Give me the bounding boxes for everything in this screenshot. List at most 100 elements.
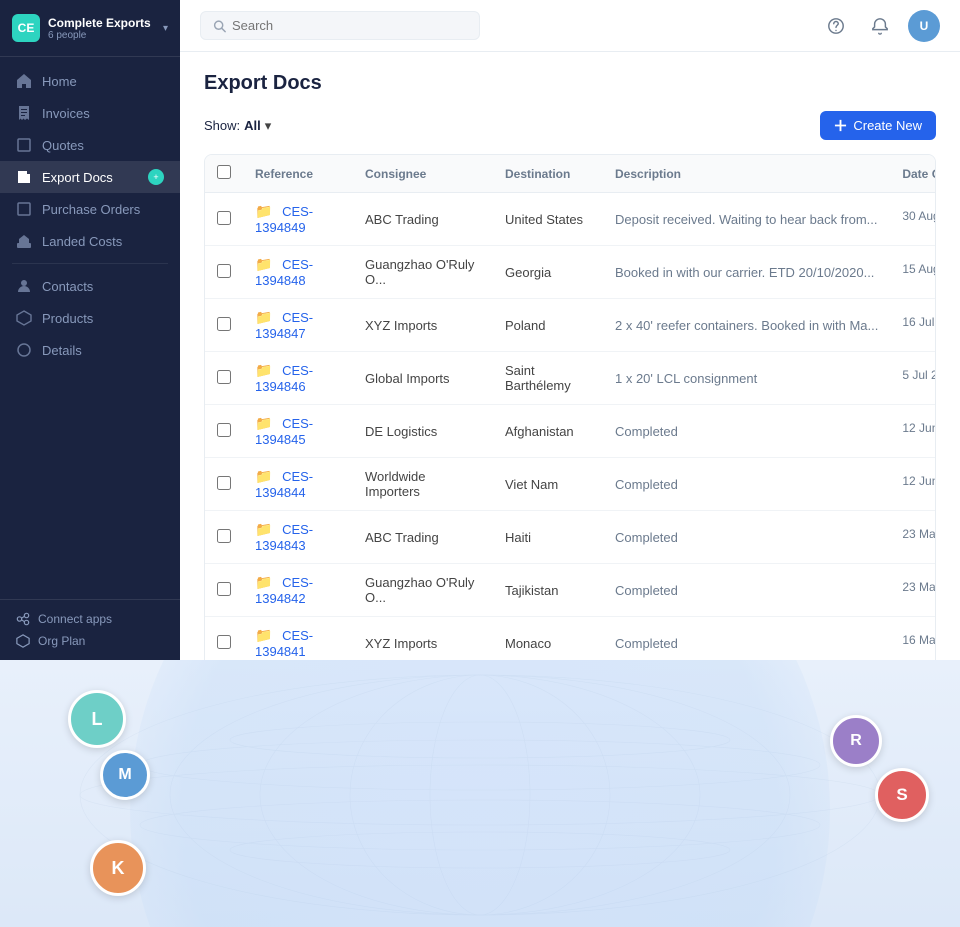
row-checkbox[interactable] (217, 635, 231, 649)
globe-area: L M K R S (0, 660, 960, 927)
main-content: U Export Docs Show: All ▾ Create New (180, 0, 960, 660)
consignee-cell: ABC Trading (353, 193, 493, 246)
sidebar-item-quotes[interactable]: Quotes (0, 129, 180, 161)
globe-avatar-5: S (875, 768, 929, 822)
date-cell: 15 Aug 2020 G (890, 246, 936, 292)
row-checkbox-cell[interactable] (205, 458, 243, 511)
row-checkbox[interactable] (217, 582, 231, 596)
show-filter[interactable]: Show: All ▾ (204, 118, 271, 134)
page-title: Export Docs (204, 72, 936, 95)
date-cell: 12 Jun 2020 W (890, 458, 936, 504)
row-checkbox[interactable] (217, 317, 231, 331)
quotes-icon (16, 137, 32, 153)
row-checkbox[interactable] (217, 264, 231, 278)
row-checkbox-cell[interactable] (205, 299, 243, 352)
select-all-checkbox[interactable] (217, 165, 231, 179)
table-row: 📁 CES-1394844 Worldwide Importers Viet N… (205, 458, 936, 511)
description-header: Description (603, 155, 890, 193)
sidebar-item-purchase-orders[interactable]: Purchase Orders (0, 193, 180, 225)
add-badge[interactable]: + (148, 169, 164, 185)
consignee-cell: Global Imports (353, 352, 493, 405)
description-cell: Completed (603, 458, 890, 511)
create-new-button[interactable]: Create New (820, 111, 936, 140)
row-checkbox[interactable] (217, 423, 231, 437)
date-cell: 16 Jul 2020 X (890, 299, 936, 345)
sidebar-item-home[interactable]: Home (0, 65, 180, 97)
row-checkbox[interactable] (217, 476, 231, 490)
app-wrapper: CE Complete Exports 6 people ▾ Home Invo… (0, 0, 960, 927)
sidebar-item-label: Products (42, 311, 164, 326)
topbar: U (180, 0, 960, 52)
date-text: 16 Jul 2020 (902, 315, 936, 329)
search-box[interactable] (200, 11, 480, 40)
sidebar-item-details[interactable]: Details (0, 334, 180, 366)
reference-cell: 📁 CES-1394848 (243, 246, 353, 299)
help-button[interactable] (820, 10, 852, 42)
user-avatar[interactable]: U (908, 10, 940, 42)
globe-grid-svg (0, 660, 960, 927)
row-checkbox-cell[interactable] (205, 246, 243, 299)
description-cell: Completed (603, 405, 890, 458)
sidebar-logo: CE (12, 14, 40, 42)
description-text: Booked in with our carrier. ETD 20/10/20… (615, 265, 874, 280)
description-text: Deposit received. Waiting to hear back f… (615, 212, 878, 227)
company-name: Complete Exports (48, 16, 163, 30)
date-cell: 23 May 2020 G (890, 564, 936, 610)
org-plan-link[interactable]: Org Plan (16, 634, 164, 648)
connect-apps-link[interactable]: Connect apps (16, 612, 164, 626)
date-text: 30 Aug 2020 (902, 209, 936, 223)
reference-cell: 📁 CES-1394846 (243, 352, 353, 405)
date-text: 12 Jun 2020 (902, 421, 936, 435)
table-row: 📁 CES-1394848 Guangzhao O'Ruly O... Geor… (205, 246, 936, 299)
row-checkbox-cell[interactable] (205, 617, 243, 661)
reference-cell: 📁 CES-1394847 (243, 299, 353, 352)
sidebar-item-landed-costs[interactable]: Landed Costs (0, 225, 180, 257)
home-icon (16, 73, 32, 89)
notifications-button[interactable] (864, 10, 896, 42)
sidebar-item-label: Purchase Orders (42, 202, 164, 217)
export-docs-icon (16, 169, 32, 185)
help-icon (827, 17, 845, 35)
search-input[interactable] (232, 18, 467, 33)
description-text: 1 x 20' LCL consignment (615, 371, 757, 386)
chevron-down-icon[interactable]: ▾ (163, 23, 168, 34)
sidebar-item-export-docs[interactable]: Export Docs + (0, 161, 180, 193)
folder-icon: 📁 (255, 256, 272, 272)
table-row: 📁 CES-1394847 XYZ Imports Poland 2 x 40'… (205, 299, 936, 352)
sidebar-item-label: Landed Costs (42, 234, 164, 249)
search-icon (213, 19, 226, 33)
row-checkbox-cell[interactable] (205, 511, 243, 564)
folder-icon: 📁 (255, 468, 272, 484)
folder-icon: 📁 (255, 415, 272, 431)
connect-apps-label: Connect apps (38, 612, 112, 626)
row-checkbox-cell[interactable] (205, 405, 243, 458)
reference-cell: 📁 CES-1394845 (243, 405, 353, 458)
row-checkbox-cell[interactable] (205, 564, 243, 617)
globe-avatar-1: L (68, 690, 126, 748)
row-checkbox-cell[interactable] (205, 193, 243, 246)
row-checkbox-cell[interactable] (205, 352, 243, 405)
sidebar-company: Complete Exports 6 people (48, 16, 163, 41)
description-text: 2 x 40' reefer containers. Booked in wit… (615, 318, 878, 333)
sidebar-item-invoices[interactable]: Invoices (0, 97, 180, 129)
page-content: Export Docs Show: All ▾ Create New (180, 52, 960, 660)
main-layout: CE Complete Exports 6 people ▾ Home Invo… (0, 0, 960, 660)
sidebar-item-products[interactable]: Products (0, 302, 180, 334)
sidebar-item-label: Export Docs (42, 170, 148, 185)
date-created-header[interactable]: Date Created ↓ (890, 155, 936, 193)
date-text: 15 Aug 2020 (902, 262, 936, 276)
row-checkbox[interactable] (217, 211, 231, 225)
sidebar-item-contacts[interactable]: Contacts (0, 270, 180, 302)
date-text: 5 Jul 2020 (902, 368, 936, 382)
folder-icon: 📁 (255, 627, 272, 643)
contacts-icon (16, 278, 32, 294)
consignee-cell: Worldwide Importers (353, 458, 493, 511)
row-checkbox[interactable] (217, 370, 231, 384)
table-row: 📁 CES-1394841 XYZ Imports Monaco Complet… (205, 617, 936, 661)
description-text: Completed (615, 477, 678, 492)
globe-avatar-4: R (830, 715, 882, 767)
row-checkbox[interactable] (217, 529, 231, 543)
select-all-header[interactable] (205, 155, 243, 193)
date-cell: 12 Jun 2020 D (890, 405, 936, 451)
destination-cell: Viet Nam (493, 458, 603, 511)
